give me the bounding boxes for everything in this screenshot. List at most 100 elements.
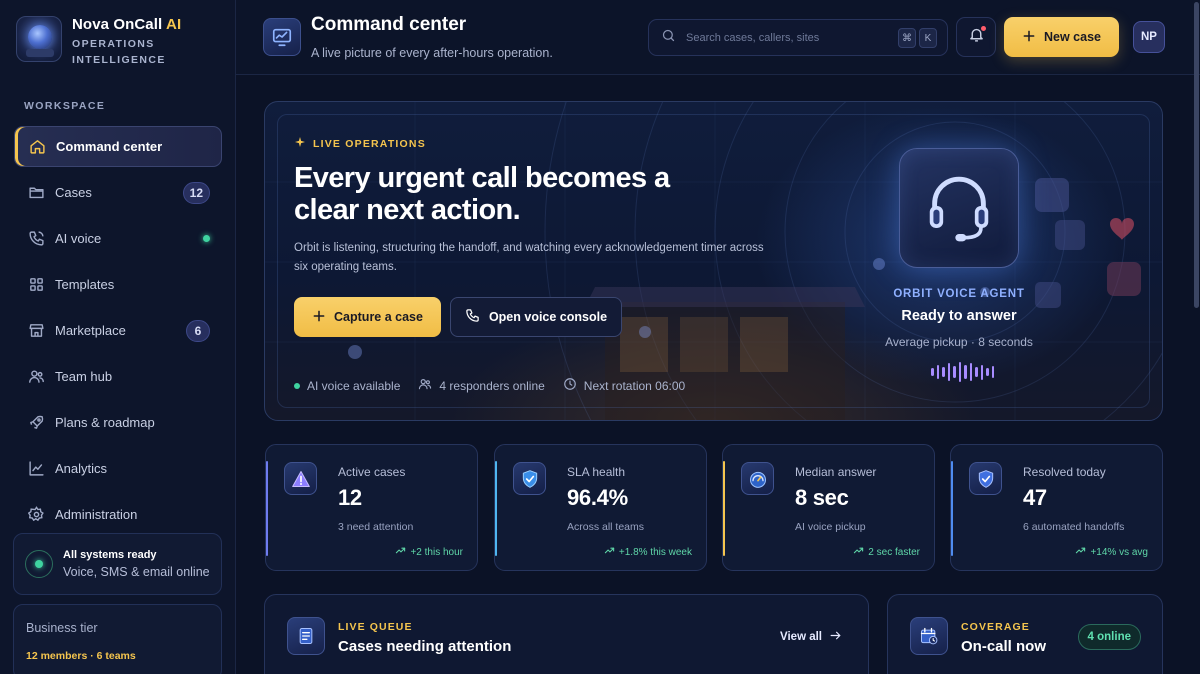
brand-subtitle-line2: INTELLIGENCE [72, 54, 166, 66]
page-scrollbar[interactable] [1194, 2, 1199, 308]
monitor-chart-icon [263, 18, 301, 56]
sidebar-item-analytics[interactable]: Analytics [14, 448, 222, 489]
system-status-subtitle: Voice, SMS & email online [63, 565, 210, 579]
sidebar-item-label: Plans & roadmap [55, 415, 155, 430]
capture-case-label: Capture a case [334, 310, 423, 324]
system-status-card: All systems ready Voice, SMS & email onl… [13, 533, 222, 595]
sidebar-item-plans-roadmap[interactable]: Plans & roadmap [14, 402, 222, 443]
store-icon [27, 322, 45, 340]
kpi-card-sla-health[interactable]: SLA health 96.4% Across all teams +1.8% … [494, 444, 707, 571]
online-count-badge: 4 online [1077, 624, 1141, 650]
kpi-trend: 2 sec faster [853, 545, 920, 559]
brand-logo-icon [16, 16, 62, 62]
brand[interactable]: Nova OnCall AI OPERATIONS INTELLIGENCE [16, 16, 181, 68]
voice-agent-card[interactable] [899, 148, 1019, 268]
sidebar: Nova OnCall AI OPERATIONS INTELLIGENCE W… [0, 0, 236, 674]
kpi-label: Active cases [338, 465, 406, 479]
sidebar-item-ai-voice[interactable]: AI voice [14, 218, 222, 259]
sidebar-item-templates[interactable]: Templates [14, 264, 222, 305]
kpi-accent-bar [951, 461, 953, 556]
grid-icon [27, 276, 45, 294]
brand-name-suffix: AI [166, 16, 182, 33]
plus-icon [312, 309, 326, 326]
gear-icon [27, 506, 45, 524]
kpi-accent-bar [723, 461, 725, 556]
kpi-value: 12 [338, 485, 362, 510]
page-title: Command center [311, 14, 467, 35]
kpi-accent-bar [495, 461, 497, 556]
sidebar-item-label: Command center [56, 139, 163, 154]
rocket-icon [27, 414, 45, 432]
search-icon [661, 28, 676, 48]
gauge-icon [741, 462, 774, 495]
open-voice-console-label: Open voice console [488, 310, 608, 324]
kpi-note: 3 need attention [338, 521, 414, 533]
sidebar-item-label: Marketplace [55, 323, 126, 338]
tier-members: 12 members · 6 teams [26, 650, 136, 662]
notification-dot [981, 26, 986, 31]
folder-icon [27, 184, 45, 202]
home-icon [28, 138, 46, 156]
kpi-trend: +14% vs avg [1075, 545, 1148, 559]
queue-title: Cases needing attention [338, 638, 512, 655]
sidebar-item-label: Analytics [55, 461, 108, 476]
marketplace-count-badge: 6 [186, 320, 210, 342]
search-input[interactable] [686, 31, 886, 44]
phone-icon [27, 230, 45, 248]
hero-eyebrow: LIVE OPERATIONS [294, 136, 426, 151]
kpi-label: SLA health [567, 465, 626, 479]
kpi-card-active-cases[interactable]: Active cases 12 3 need attention +2 this… [265, 444, 478, 571]
queue-eyebrow: LIVE QUEUE [338, 621, 413, 633]
kpi-trend: +2 this hour [395, 545, 463, 559]
live-operations-hero: LIVE OPERATIONS Every urgent call become… [264, 101, 1163, 421]
clock-icon [563, 377, 577, 394]
sidebar-nav: Command center Cases 12 AI voice Templat… [14, 126, 222, 540]
kpi-accent-bar [266, 461, 268, 556]
trend-up-icon [1075, 545, 1086, 559]
kpi-card-resolved-today[interactable]: Resolved today 47 6 automated handoffs +… [950, 444, 1163, 571]
sidebar-item-label: Team hub [55, 369, 113, 384]
live-queue-panel: LIVE QUEUE Cases needing attention View … [264, 594, 869, 674]
keyboard-shortcut-hint: ⌘ K [898, 28, 937, 48]
sidebar-item-team-hub[interactable]: Team hub [14, 356, 222, 397]
sidebar-item-command-center[interactable]: Command center [14, 126, 222, 167]
k-key: K [919, 28, 937, 48]
command-key: ⌘ [898, 28, 916, 48]
coverage-title: On-call now [961, 638, 1047, 655]
kpi-note: AI voice pickup [795, 521, 866, 533]
page-subtitle: A live picture of every after-hours oper… [311, 46, 553, 60]
sidebar-item-cases[interactable]: Cases 12 [14, 172, 222, 213]
kpi-value: 96.4% [567, 485, 628, 510]
kpi-label: Resolved today [1023, 465, 1106, 479]
audio-waveform-icon [931, 362, 994, 382]
sidebar-item-label: Cases [55, 185, 92, 200]
new-case-button[interactable]: New case [1004, 17, 1119, 57]
capture-case-button[interactable]: Capture a case [294, 297, 441, 337]
kpi-value: 8 sec [795, 485, 849, 510]
sidebar-item-administration[interactable]: Administration [14, 494, 222, 535]
notifications-button[interactable] [956, 17, 996, 57]
workspace-section-label: WORKSPACE [24, 100, 106, 112]
coverage-eyebrow: COVERAGE [961, 621, 1030, 633]
search-bar[interactable]: ⌘ K [648, 19, 948, 56]
system-status-title: All systems ready [63, 549, 157, 561]
cases-count-badge: 12 [182, 182, 210, 204]
coverage-panel: COVERAGE On-call now 4 online [887, 594, 1163, 674]
top-header: Command center A live picture of every a… [236, 0, 1200, 75]
ai-voice-availability: AI voice available [294, 379, 400, 393]
brand-name: Nova OnCall AI [72, 16, 182, 33]
trend-up-icon [395, 545, 406, 559]
sidebar-item-marketplace[interactable]: Marketplace 6 [14, 310, 222, 351]
business-tier-card[interactable]: Business tier 12 members · 6 teams [13, 604, 222, 674]
chart-icon [27, 460, 45, 478]
shield-check-icon [969, 462, 1002, 495]
view-all-link[interactable]: View all [780, 629, 842, 645]
kpi-card-median-answer[interactable]: Median answer 8 sec AI voice pickup 2 se… [722, 444, 935, 571]
kpi-note: 6 automated handoffs [1023, 521, 1125, 533]
user-avatar[interactable]: NP [1133, 21, 1165, 53]
kpi-note: Across all teams [567, 521, 645, 533]
phone-icon [465, 308, 480, 326]
sidebar-item-label: Administration [55, 507, 138, 522]
open-voice-console-button[interactable]: Open voice console [450, 297, 622, 337]
hero-description: Orbit is listening, structuring the hand… [294, 242, 764, 273]
